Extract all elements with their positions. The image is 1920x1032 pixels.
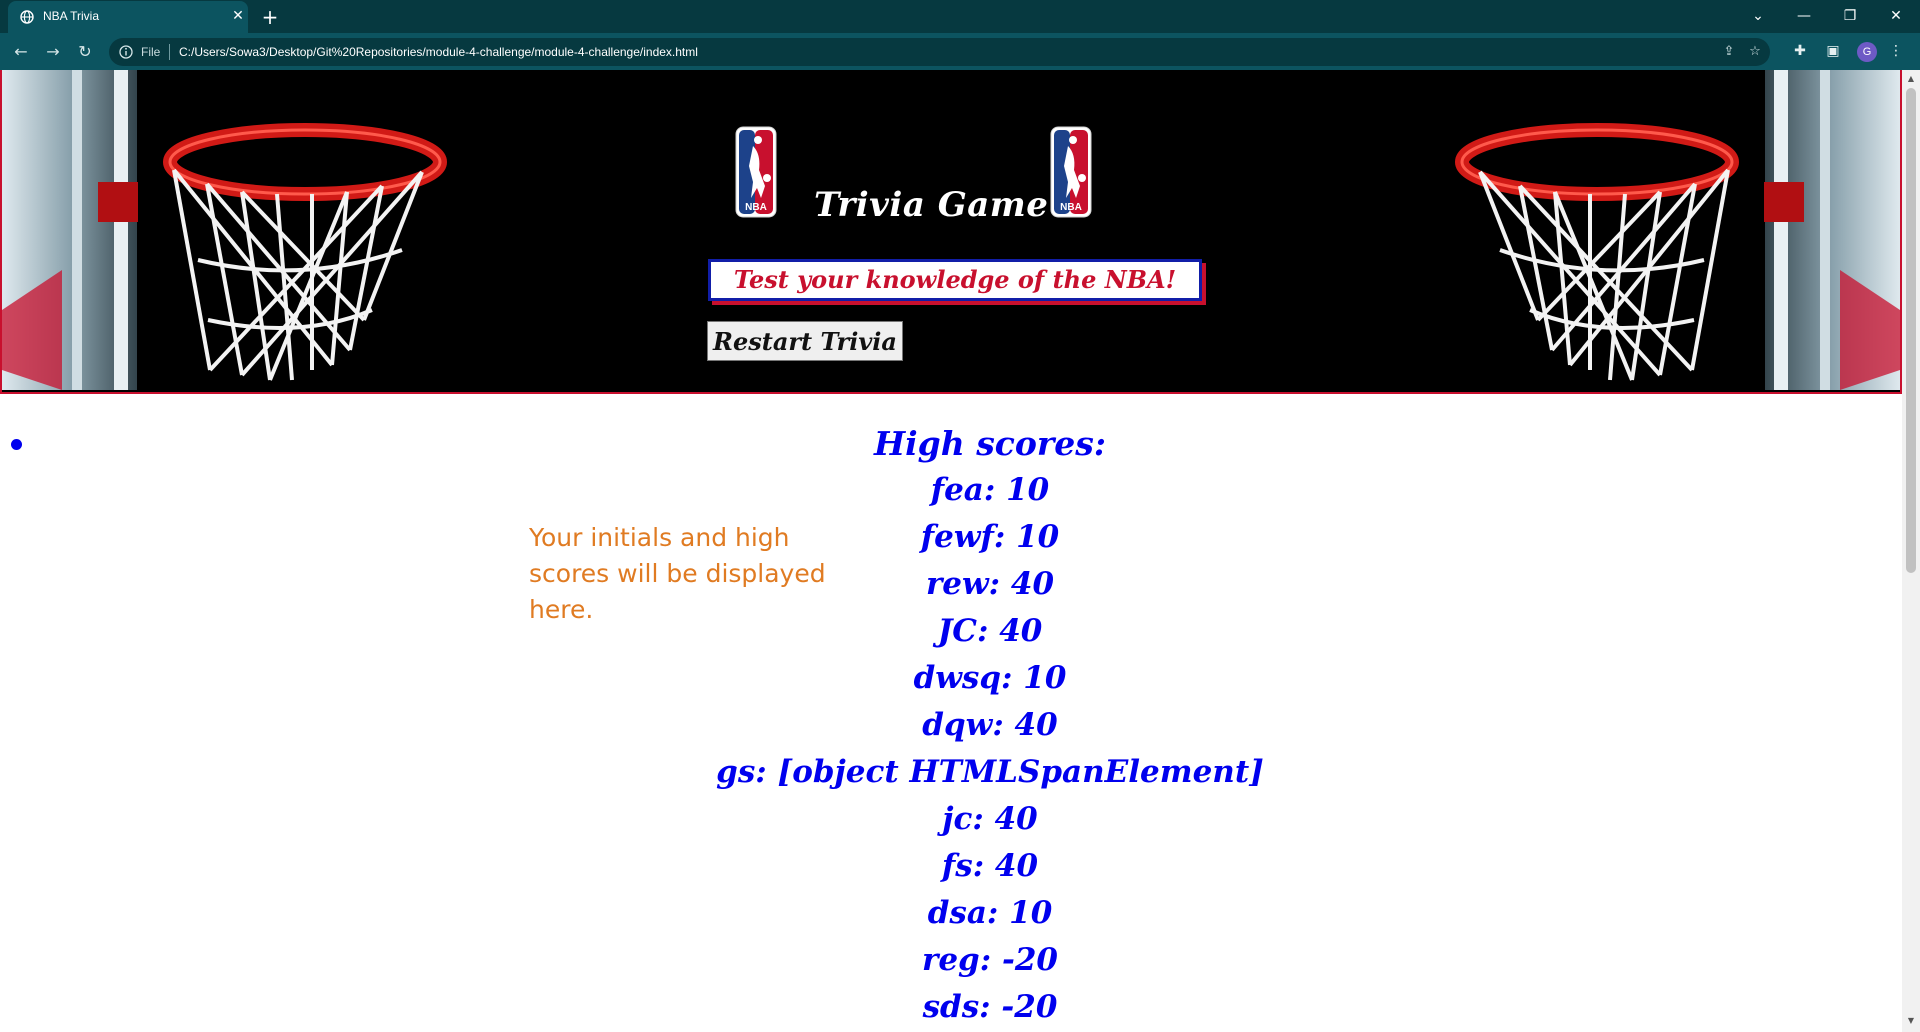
score-entry: fs: 40: [941, 848, 1039, 884]
score-entry: rew: 40: [925, 566, 1055, 602]
omnibox-divider: [169, 44, 170, 60]
extensions-puzzle-icon[interactable]: ✚: [1790, 41, 1810, 61]
score-entry: sds: -20: [922, 989, 1058, 1025]
score-entry: jc: 40: [942, 801, 1038, 837]
tagline-text: Test your knowledge of the NBA!: [733, 265, 1177, 294]
page-scrollbar[interactable]: ▲ ▼: [1902, 70, 1920, 1032]
score-entry: JC: 40: [937, 613, 1043, 649]
basketball-hoop-right-image: [1455, 70, 1900, 390]
nba-logo-left-image: NBA: [735, 126, 777, 218]
nba-logo-right-image: NBA: [1050, 126, 1092, 218]
browser-toolbar: ← → ↻ File C:/Users/Sowa3/Desktop/Git%20…: [0, 33, 1920, 70]
svg-text:NBA: NBA: [1060, 202, 1082, 213]
close-window-button[interactable]: ✕: [1876, 4, 1916, 28]
reload-icon[interactable]: ↻: [72, 39, 98, 65]
page-viewport: NBA NBA Trivia Game Test your knowledge …: [0, 70, 1902, 1032]
info-icon[interactable]: [119, 45, 133, 59]
side-panel-icon[interactable]: ▣: [1823, 41, 1843, 61]
page-header: NBA NBA Trivia Game Test your knowledge …: [0, 70, 1902, 394]
score-entry: dwsq: 10: [913, 660, 1067, 696]
restore-button[interactable]: ❐: [1830, 4, 1870, 28]
restart-trivia-button[interactable]: Restart Trivia: [707, 321, 903, 361]
new-tab-button[interactable]: +: [259, 6, 281, 28]
tab-strip: NBA Trivia ✕ + ⌄ — ❐ ✕: [0, 0, 1920, 33]
high-scores-heading: High scores:: [873, 424, 1107, 463]
share-icon[interactable]: ⇪: [1720, 43, 1738, 61]
score-entry: dsa: 10: [927, 895, 1053, 931]
minimize-button[interactable]: —: [1784, 4, 1824, 28]
avatar[interactable]: G: [1857, 42, 1877, 62]
basketball-hoop-left-image: [2, 70, 447, 390]
scroll-down-arrow-icon[interactable]: ▼: [1906, 1016, 1916, 1026]
globe-icon: [20, 10, 34, 24]
scroll-up-arrow-icon[interactable]: ▲: [1906, 74, 1916, 84]
url-scheme: File: [141, 45, 161, 59]
page-title: Trivia Game: [814, 185, 1049, 225]
score-entry: gs: [object HTMLSpanElement]: [716, 754, 1264, 790]
score-entry: fea: 10: [930, 472, 1050, 508]
bookmark-star-icon[interactable]: ☆: [1746, 43, 1764, 61]
menu-kebab-icon[interactable]: ⋮: [1886, 41, 1906, 61]
high-scores-list: High scores: fea: 10 fewf: 10 rew: 40 JC…: [600, 420, 1380, 1031]
svg-text:NBA: NBA: [745, 202, 767, 213]
tab-title: NBA Trivia: [43, 9, 100, 23]
score-entry: fewf: 10: [920, 519, 1060, 555]
scrollbar-thumb[interactable]: [1906, 88, 1916, 573]
address-bar[interactable]: File C:/Users/Sowa3/Desktop/Git%20Reposi…: [109, 38, 1770, 66]
close-icon[interactable]: ✕: [229, 7, 247, 25]
score-entry: dqw: 40: [922, 707, 1058, 743]
tab-nba-trivia[interactable]: NBA Trivia ✕: [8, 1, 248, 33]
list-bullet: [11, 439, 22, 450]
score-entry: reg: -20: [922, 942, 1058, 978]
forward-icon[interactable]: →: [40, 39, 66, 65]
tagline-banner: Test your knowledge of the NBA!: [708, 259, 1202, 301]
back-icon[interactable]: ←: [8, 39, 34, 65]
url-text[interactable]: C:/Users/Sowa3/Desktop/Git%20Repositorie…: [179, 45, 698, 59]
tab-search-chevron-icon[interactable]: ⌄: [1738, 4, 1778, 28]
